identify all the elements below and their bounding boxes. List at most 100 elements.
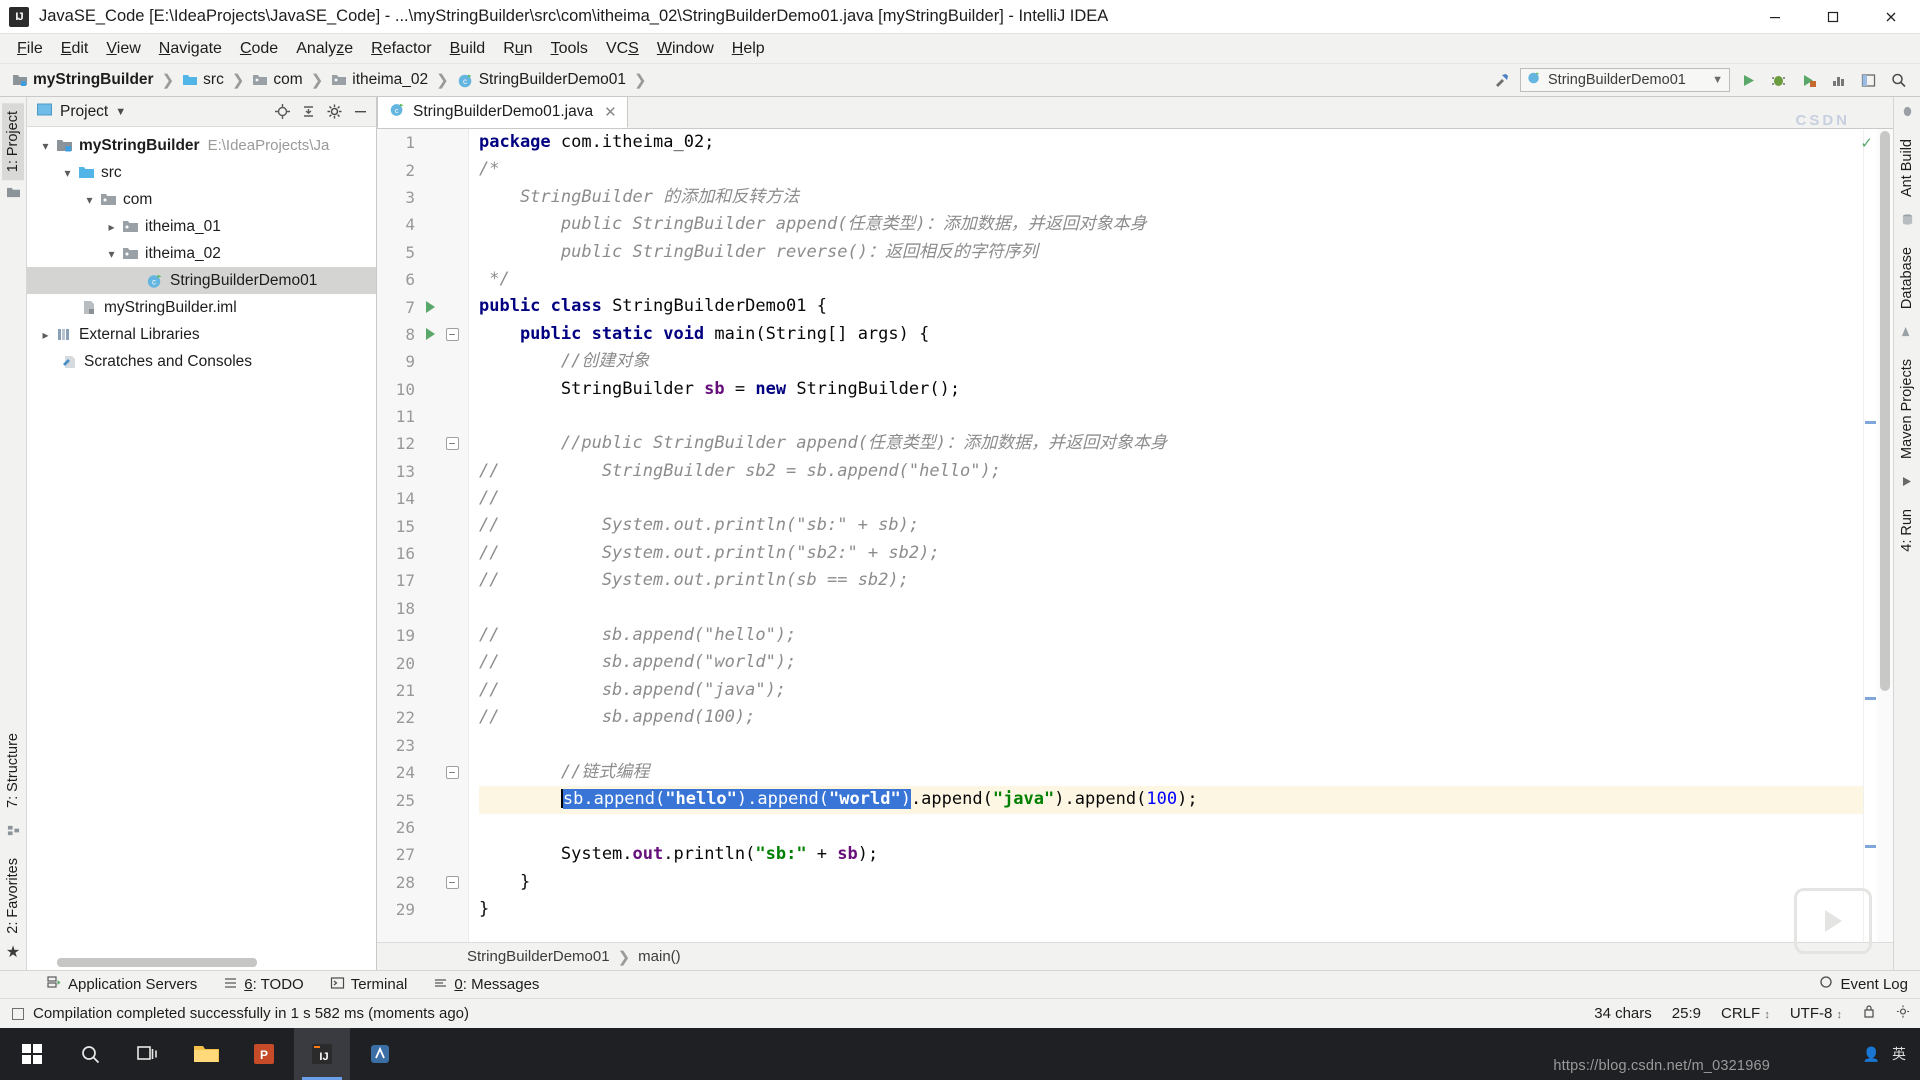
code-line[interactable]: // System.out.println(sb == sb2);	[479, 567, 1863, 594]
chevron-down-icon[interactable]: ▼	[115, 106, 126, 118]
navbar-crumb-module[interactable]: myStringBuilder	[10, 69, 156, 91]
breadcrumb-method[interactable]: main()	[638, 948, 681, 965]
gutter-line[interactable]: 15	[377, 512, 468, 539]
fold-marker-icon[interactable]: −	[441, 437, 463, 451]
run-gutter-icon[interactable]	[419, 328, 441, 341]
gutter-line[interactable]: 19	[377, 622, 468, 649]
code-line[interactable]: // sb.append("java");	[479, 677, 1863, 704]
right-tab-ant-build[interactable]: Ant Build	[1896, 131, 1918, 205]
error-stripe-markers[interactable]: ✓	[1860, 129, 1877, 942]
tree-row-itheima02[interactable]: ▾ itheima_02	[27, 240, 376, 267]
code-line[interactable]: //创建对象	[479, 348, 1863, 375]
tree-row-iml[interactable]: myStringBuilder.iml	[27, 294, 376, 321]
breadcrumb-class[interactable]: StringBuilderDemo01	[467, 948, 610, 965]
gutter-line[interactable]: 21	[377, 677, 468, 704]
code-line[interactable]: StringBuilder 的添加和反转方法	[479, 184, 1863, 211]
code-line[interactable]: //	[479, 485, 1863, 512]
tool-window-application-servers[interactable]: Application Servers	[46, 975, 197, 994]
tray-person-icon[interactable]: 👤	[1863, 1046, 1880, 1063]
status-gear-icon[interactable]	[1896, 1004, 1910, 1023]
lock-icon[interactable]	[1862, 1004, 1876, 1023]
gutter-line[interactable]: 7	[377, 293, 468, 320]
code-line[interactable]: }	[479, 869, 1863, 896]
marker-change[interactable]	[1865, 421, 1876, 424]
profile-icon[interactable]	[1826, 68, 1850, 92]
code-line[interactable]: //链式编程	[479, 759, 1863, 786]
gutter-line[interactable]: 5	[377, 239, 468, 266]
gutter-line[interactable]: 23	[377, 732, 468, 759]
gutter-line[interactable]: 4	[377, 211, 468, 238]
gutter-line[interactable]: 22	[377, 704, 468, 731]
tray-ime-icon[interactable]: 英	[1892, 1044, 1906, 1064]
gutter-line[interactable]: 6	[377, 266, 468, 293]
chevron-down-icon[interactable]: ▾	[37, 139, 54, 153]
menu-vcs[interactable]: VCS	[597, 37, 648, 61]
menu-analyze[interactable]: Analyze	[287, 37, 362, 61]
code-line[interactable]: */	[479, 266, 1863, 293]
search-button[interactable]	[62, 1028, 118, 1080]
menu-edit[interactable]: Edit	[52, 37, 98, 61]
code-line[interactable]: }	[479, 896, 1863, 923]
event-log-button[interactable]: Event Log	[1819, 975, 1920, 994]
menu-navigate[interactable]: Navigate	[150, 37, 231, 61]
code-line[interactable]: System.out.println("sb:" + sb);	[479, 841, 1863, 868]
project-tree-horizontal-scrollbar[interactable]	[57, 958, 376, 967]
menu-run[interactable]: Run	[494, 37, 541, 61]
gutter-line[interactable]: 13	[377, 458, 468, 485]
tree-row-stringbuilderdemo01[interactable]: c StringBuilderDemo01	[27, 267, 376, 294]
settings-gear-icon[interactable]	[322, 100, 346, 124]
gutter-line[interactable]: 11	[377, 403, 468, 430]
tree-row-scratches[interactable]: Scratches and Consoles	[27, 348, 376, 375]
app-button[interactable]	[352, 1028, 408, 1080]
search-icon[interactable]	[1886, 68, 1910, 92]
favorites-star-icon[interactable]: ★	[6, 942, 20, 962]
run-configuration-selector[interactable]: StringBuilderDemo01 ▼	[1520, 68, 1730, 92]
run-gutter-icon[interactable]	[419, 301, 441, 314]
task-view-button[interactable]	[120, 1028, 176, 1080]
hammer-build-icon[interactable]	[1490, 68, 1514, 92]
code-line[interactable]: // sb.append("world");	[479, 649, 1863, 676]
intellij-button[interactable]: IJ	[294, 1028, 350, 1080]
code-line[interactable]: public class StringBuilderDemo01 {	[479, 293, 1863, 320]
tree-row-com[interactable]: ▾ com	[27, 186, 376, 213]
debug-icon[interactable]	[1766, 68, 1790, 92]
sidebar-tab-structure[interactable]: 7: Structure	[2, 725, 24, 816]
marker-change[interactable]	[1865, 697, 1876, 700]
menu-window[interactable]: Window	[648, 37, 723, 61]
editor-vertical-scrollbar[interactable]	[1877, 129, 1893, 942]
sidebar-tab-favorites[interactable]: 2: Favorites	[2, 850, 24, 942]
fold-marker-icon[interactable]: −	[441, 875, 463, 889]
file-explorer-button[interactable]	[178, 1028, 234, 1080]
minimize-button[interactable]	[1746, 0, 1804, 33]
gutter-line[interactable]: 24 −	[377, 759, 468, 786]
layout-icon[interactable]	[1856, 68, 1880, 92]
tree-row-src[interactable]: ▾ src	[27, 159, 376, 186]
locate-icon[interactable]	[270, 100, 294, 124]
status-caret-position[interactable]: 25:9	[1672, 1005, 1701, 1022]
run-icon[interactable]	[1736, 68, 1760, 92]
sidebar-tab-project[interactable]: 1: Project	[2, 103, 24, 181]
code-line[interactable]: public static void main(String[] args) {	[479, 321, 1863, 348]
gutter-line[interactable]: 16	[377, 540, 468, 567]
chevron-down-icon[interactable]: ▼	[1712, 74, 1723, 86]
navbar-crumb-src[interactable]: src	[180, 69, 226, 91]
code-editor[interactable]: 1 2 3 4 5 6 7 8−9 10 11 12−13 14 15 16 17 18 19 20 21 22 23 2…	[377, 129, 1893, 942]
gutter-line[interactable]: 8−	[377, 321, 468, 348]
code-line[interactable]: sb.append("hello").append("world").appen…	[479, 786, 1863, 814]
fold-marker-icon[interactable]: −	[441, 766, 463, 780]
code-line[interactable]: /*	[479, 156, 1863, 183]
gutter-line[interactable]: 9	[377, 348, 468, 375]
code-line[interactable]: // System.out.println("sb:" + sb);	[479, 512, 1863, 539]
maximize-button[interactable]	[1804, 0, 1862, 33]
status-encoding[interactable]: UTF-8 ↕	[1790, 1005, 1842, 1022]
code-line[interactable]: StringBuilder sb = new StringBuilder();	[479, 376, 1863, 403]
code-line[interactable]: package com.itheima_02;	[479, 129, 1863, 156]
navbar-crumb-class[interactable]: c StringBuilderDemo01	[455, 69, 628, 91]
gutter-line[interactable]: 20	[377, 649, 468, 676]
gutter-line[interactable]: 27	[377, 841, 468, 868]
gutter-line[interactable]: 1	[377, 129, 468, 156]
code-line[interactable]	[479, 732, 1863, 759]
right-tab-database[interactable]: Database	[1896, 239, 1918, 317]
menu-code[interactable]: Code	[231, 37, 287, 61]
menu-refactor[interactable]: Refactor	[362, 37, 440, 61]
